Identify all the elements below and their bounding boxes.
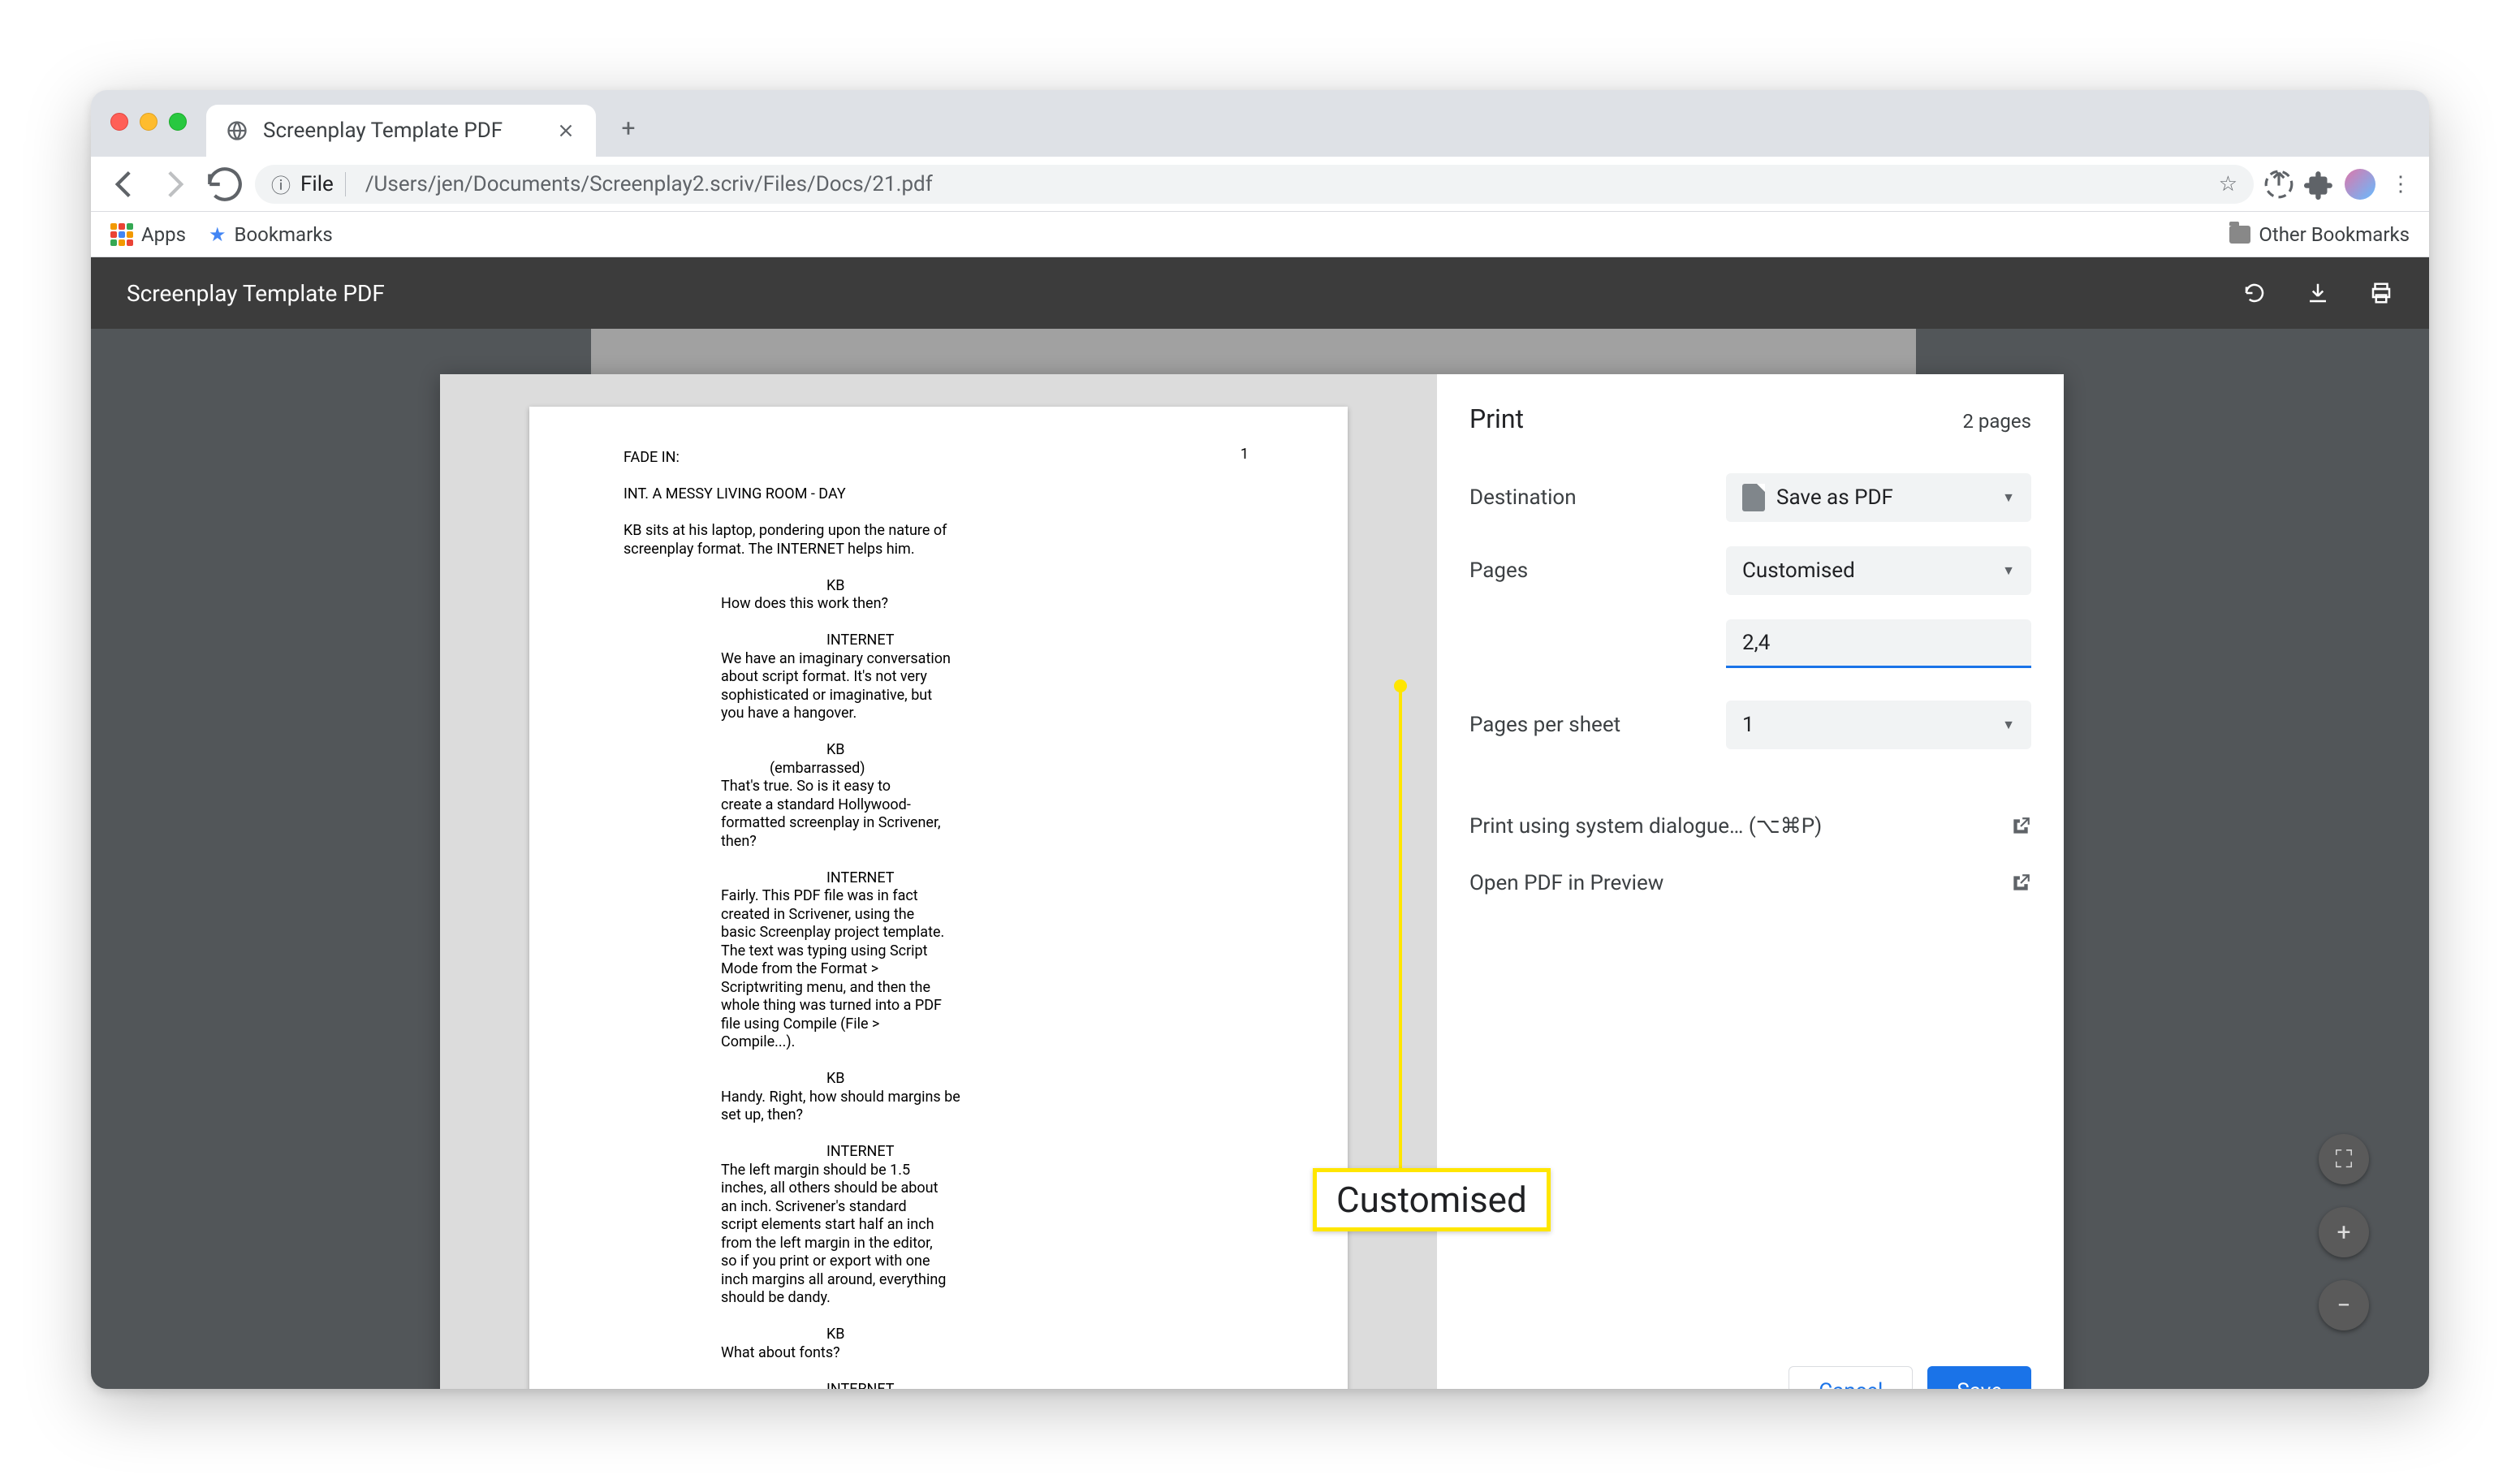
bookmark-star-icon[interactable]: ☆	[2219, 172, 2237, 196]
pdf-title: Screenplay Template PDF	[127, 280, 385, 307]
sp-char2: INTERNET	[624, 632, 1254, 650]
zoom-out-button[interactable]: −	[2319, 1280, 2369, 1330]
pages-range-value: 2,4	[1742, 631, 1770, 655]
sp-dlg1: How does this work then?	[624, 595, 1254, 614]
close-tab-icon[interactable]	[555, 120, 576, 141]
sp-char8: INTERNET	[624, 1381, 1254, 1390]
pps-select[interactable]: 1 ▼	[1726, 701, 2031, 749]
other-bookmarks-label: Other Bookmarks	[2259, 223, 2410, 246]
sp-dlg4: Fairly. This PDF file was in fact create…	[624, 887, 1254, 1052]
sp-char1: KB	[624, 577, 1254, 596]
bookmarks-shortcut[interactable]: ★ Bookmarks	[209, 223, 333, 246]
minimize-window-button[interactable]	[140, 113, 158, 131]
destination-label: Destination	[1469, 485, 1713, 510]
caret-icon: ▼	[2002, 489, 2015, 506]
apps-icon	[110, 223, 133, 246]
open-preview-label: Open PDF in Preview	[1469, 871, 1663, 895]
browser-window: Screenplay Template PDF + ⓘ File /Users/…	[91, 90, 2429, 1389]
zoom-in-button[interactable]: +	[2319, 1207, 2369, 1257]
new-tab-button[interactable]: +	[612, 112, 645, 144]
fit-page-button[interactable]: ⛶	[2319, 1134, 2369, 1184]
titlebar: Screenplay Template PDF +	[91, 90, 2429, 157]
print-settings-pane: Print 2 pages Destination Save as PDF ▼ …	[1437, 374, 2064, 1389]
sp-scene: INT. A MESSY LIVING ROOM - DAY	[624, 485, 1254, 504]
back-button[interactable]	[104, 164, 145, 205]
print-dialog: 1 FADE IN: INT. A MESSY LIVING ROOM - DA…	[440, 374, 2064, 1389]
pdf-toolbar: Screenplay Template PDF	[91, 257, 2429, 329]
open-in-preview-link[interactable]: Open PDF in Preview	[1469, 855, 2031, 912]
pps-value: 1	[1742, 713, 1754, 737]
sp-fadein: FADE IN:	[624, 449, 1254, 468]
maximize-window-button[interactable]	[169, 113, 187, 131]
pages-select[interactable]: Customised ▼	[1726, 546, 2031, 595]
kebab-menu-icon[interactable]: ⋮	[2385, 169, 2416, 200]
caret-icon: ▼	[2002, 717, 2015, 733]
pps-label: Pages per sheet	[1469, 713, 1713, 737]
destination-value: Save as PDF	[1776, 485, 1893, 510]
sp-paren3: (embarrassed)	[624, 760, 1254, 778]
sp-char7: KB	[624, 1326, 1254, 1344]
open-external-icon	[2010, 816, 2031, 837]
sp-dlg5: Handy. Right, how should margins be set …	[624, 1089, 1254, 1125]
sp-char5: KB	[624, 1070, 1254, 1089]
print-preview-pane: 1 FADE IN: INT. A MESSY LIVING ROOM - DA…	[440, 374, 1437, 1389]
content-area: Screenplay Template PDF ⛶ + − 1 FADE IN:…	[91, 257, 2429, 1389]
bookmarks-bar: Apps ★ Bookmarks Other Bookmarks	[91, 212, 2429, 257]
save-button[interactable]: Save	[1927, 1366, 2031, 1389]
print-title: Print	[1469, 403, 1524, 434]
close-window-button[interactable]	[110, 113, 128, 131]
system-dialog-label: Print using system dialogue… (⌥⌘P)	[1469, 814, 1822, 839]
update-icon[interactable]	[2263, 169, 2294, 200]
callout-line	[1399, 688, 1402, 1176]
forward-button[interactable]	[154, 164, 195, 205]
address-bar[interactable]: ⓘ File /Users/jen/Documents/Screenplay2.…	[255, 165, 2254, 204]
url-scheme: File	[300, 172, 346, 196]
zoom-controls: ⛶ + −	[2319, 1134, 2369, 1330]
pages-range-input[interactable]: 2,4	[1726, 619, 2031, 668]
apps-shortcut[interactable]: Apps	[110, 223, 186, 246]
tab-title: Screenplay Template PDF	[263, 119, 541, 143]
bookmarks-label: Bookmarks	[235, 223, 333, 246]
extensions-icon[interactable]	[2304, 169, 2335, 200]
rotate-icon[interactable]	[2242, 278, 2267, 308]
callout-label: Customised	[1313, 1168, 1551, 1231]
sp-action1: KB sits at his laptop, pondering upon th…	[624, 522, 1254, 558]
system-dialog-link[interactable]: Print using system dialogue… (⌥⌘P)	[1469, 798, 2031, 855]
page-number: 1	[1241, 446, 1249, 464]
sp-char3: KB	[624, 741, 1254, 760]
sp-dlg7: What about fonts?	[624, 1344, 1254, 1363]
sp-char4: INTERNET	[624, 869, 1254, 888]
browser-tab[interactable]: Screenplay Template PDF	[206, 105, 596, 157]
info-icon: ⓘ	[271, 170, 291, 198]
url-path: /Users/jen/Documents/Screenplay2.scriv/F…	[356, 172, 933, 196]
print-icon[interactable]	[2369, 278, 2393, 308]
globe-icon	[226, 119, 248, 142]
folder-icon	[2229, 226, 2250, 244]
sp-dlg3: That's true. So is it easy to create a s…	[624, 778, 1254, 851]
preview-page: 1 FADE IN: INT. A MESSY LIVING ROOM - DA…	[529, 407, 1348, 1389]
destination-select[interactable]: Save as PDF ▼	[1726, 473, 2031, 522]
star-icon: ★	[209, 223, 227, 246]
page-count: 2 pages	[1962, 410, 2031, 433]
sp-dlg6: The left margin should be 1.5 inches, al…	[624, 1162, 1254, 1308]
download-icon[interactable]	[2306, 278, 2330, 308]
sp-char6: INTERNET	[624, 1143, 1254, 1162]
pages-label: Pages	[1469, 558, 1713, 583]
reload-button[interactable]	[205, 164, 245, 205]
url-toolbar: ⓘ File /Users/jen/Documents/Screenplay2.…	[91, 157, 2429, 212]
other-bookmarks[interactable]: Other Bookmarks	[2229, 223, 2410, 246]
profile-avatar[interactable]	[2345, 169, 2375, 200]
pdf-icon	[1742, 484, 1765, 511]
pages-value: Customised	[1742, 558, 1855, 583]
caret-icon: ▼	[2002, 563, 2015, 579]
sp-dlg2: We have an imaginary conversation about …	[624, 650, 1254, 723]
apps-label: Apps	[141, 223, 186, 246]
traffic-lights	[110, 113, 187, 131]
cancel-button[interactable]: Cancel	[1789, 1366, 1913, 1389]
open-external-icon	[2010, 873, 2031, 894]
